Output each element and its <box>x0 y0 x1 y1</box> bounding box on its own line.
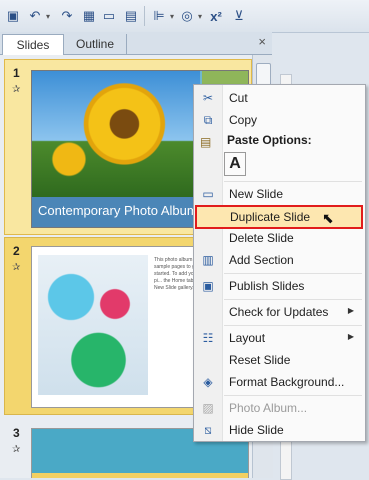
save-icon[interactable]: ▣ <box>4 7 22 25</box>
menu-separator <box>224 273 362 274</box>
menu-item-add-section[interactable]: ▥ Add Section <box>196 249 362 271</box>
superscript-button[interactable]: x² <box>207 7 225 25</box>
menu-item-hide-slide[interactable]: ⧅ Hide Slide <box>196 419 362 441</box>
new-slide-icon: ▭ <box>202 187 214 201</box>
customize-toolbar-icon[interactable]: ⊻ <box>230 7 248 25</box>
menu-item-reset-slide[interactable]: Reset Slide <box>196 349 362 371</box>
toolbar-separator <box>144 6 145 26</box>
mouse-pointer-icon: ⬉ <box>322 210 334 226</box>
menu-item-cut[interactable]: ✂ Cut <box>196 87 362 109</box>
quick-access-toolbar: ▣ ↶ ▾ ↷ ▦ ▭ ▤ ⊫ ▾ ◎ ▾ x² ⊻ <box>0 0 369 33</box>
tab-outline[interactable]: Outline <box>64 34 127 54</box>
menu-item-label: Photo Album... <box>229 401 308 415</box>
menu-item-label: New Slide <box>229 187 284 201</box>
menu-item-publish-slides[interactable]: ▣ Publish Slides <box>196 275 362 297</box>
tab-slides[interactable]: Slides <box>2 34 64 55</box>
menu-item-label: Add Section <box>229 253 294 267</box>
transition-star-icon: ✰ <box>12 444 21 455</box>
photo-strip <box>32 473 248 478</box>
submenu-arrow-icon: ▶ <box>347 332 354 341</box>
scissors-icon: ✂ <box>202 91 214 105</box>
menu-item-layout[interactable]: ☷ Layout ▶ <box>196 327 362 349</box>
shape-icon[interactable]: ◎ <box>178 7 196 25</box>
menu-separator <box>224 395 362 396</box>
copy-icon: ⧉ <box>203 113 213 127</box>
format-background-icon: ◈ <box>203 375 213 389</box>
menu-item-format-background[interactable]: ◈ Format Background... <box>196 371 362 393</box>
align-icon[interactable]: ⊫ <box>150 7 168 25</box>
menu-item-label: Publish Slides <box>229 279 305 293</box>
menu-item-copy[interactable]: ⧉ Copy <box>196 109 362 131</box>
slide-number: 2 <box>13 244 20 258</box>
new-document-icon[interactable]: ▤ <box>122 7 140 25</box>
menu-item-check-for-updates[interactable]: Check for Updates ▶ <box>196 301 362 323</box>
menu-separator <box>224 181 362 182</box>
publish-slides-icon: ▣ <box>202 279 214 293</box>
sunflower-image <box>32 71 200 197</box>
photo-album-icon: ▨ <box>202 401 214 415</box>
menu-item-new-slide[interactable]: ▭ New Slide <box>196 183 362 205</box>
transition-star-icon: ✰ <box>12 84 21 95</box>
layout-icon: ☷ <box>202 331 214 345</box>
slide-number: 1 <box>13 66 20 80</box>
paste-icon: ▤ <box>200 135 212 149</box>
align-dropdown-icon[interactable]: ▾ <box>168 7 176 25</box>
menu-item-label: Layout <box>229 331 266 345</box>
submenu-arrow-icon: ▶ <box>347 306 354 315</box>
redo-icon[interactable]: ↷ <box>58 7 76 25</box>
menu-item-label: Reset Slide <box>229 353 291 367</box>
menu-item-label: Duplicate Slide <box>230 210 311 224</box>
panel-tabs: Slides Outline × <box>0 32 272 55</box>
shape-dropdown-icon[interactable]: ▾ <box>196 7 204 25</box>
menu-item-photo-album: ▨ Photo Album... <box>196 397 362 419</box>
menu-item-duplicate-slide[interactable]: Duplicate Slide <box>195 205 363 229</box>
slide-number: 3 <box>13 426 20 440</box>
paste-options-header: Paste Options: <box>227 133 312 147</box>
menu-item-label: Copy <box>229 113 258 127</box>
menu-item-label: Cut <box>229 91 248 105</box>
paste-keep-text-only-button[interactable]: A <box>224 152 246 176</box>
slide-title: Contemporary Photo Album <box>38 203 198 218</box>
menu-item-label: Check for Updates <box>229 305 329 319</box>
add-section-icon: ▥ <box>202 253 214 267</box>
undo-dropdown-icon[interactable]: ▾ <box>44 7 52 25</box>
open-folder-icon[interactable]: ▭ <box>100 7 118 25</box>
hide-slide-icon: ⧅ <box>204 423 212 437</box>
menu-item-label: Format Background... <box>229 375 345 389</box>
menu-separator <box>224 299 362 300</box>
menu-item-delete-slide[interactable]: Delete Slide <box>196 227 362 249</box>
close-icon[interactable]: × <box>258 34 266 49</box>
menu-separator <box>224 325 362 326</box>
menu-item-label: Delete Slide <box>229 231 294 245</box>
menu-item-label: Hide Slide <box>229 423 284 437</box>
undo-icon[interactable]: ↶ <box>26 7 44 25</box>
flasks-image <box>38 255 148 395</box>
table-icon[interactable]: ▦ <box>80 7 98 25</box>
context-menu: ✂ Cut ⧉ Copy ▤ Paste Options: A ▭ New Sl… <box>193 84 366 442</box>
transition-star-icon: ✰ <box>12 262 21 273</box>
